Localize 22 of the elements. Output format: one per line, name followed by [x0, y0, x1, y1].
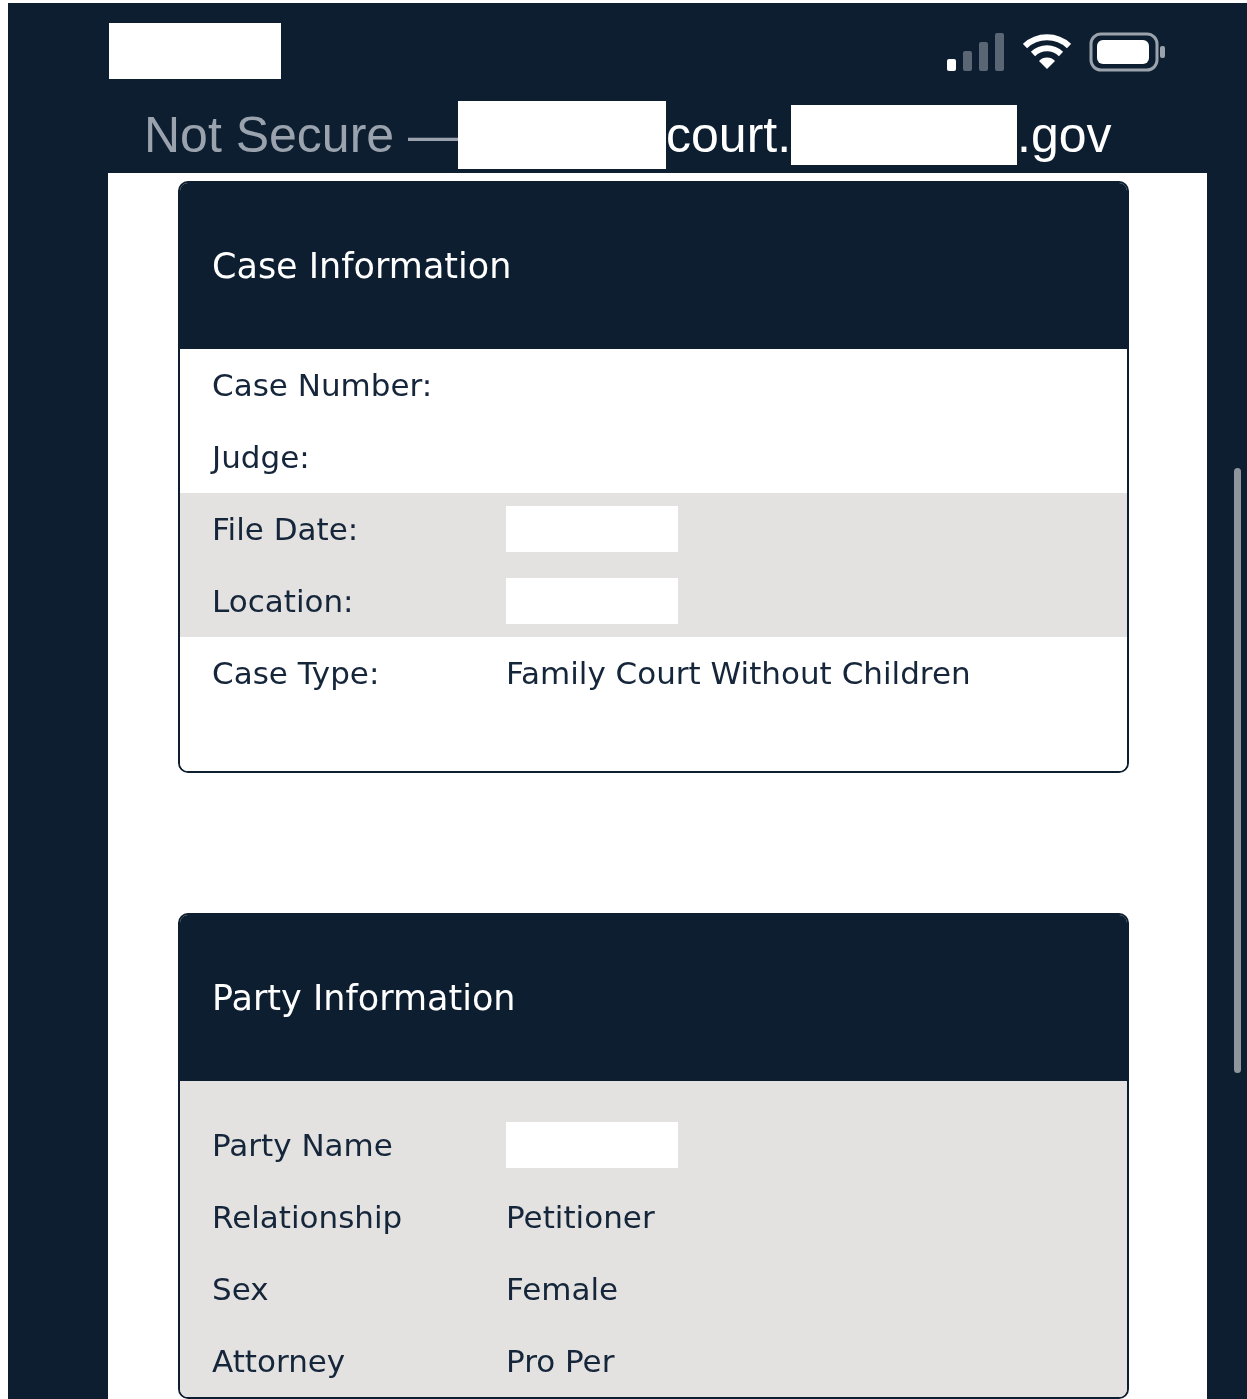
section-title: Case Information [212, 246, 512, 286]
scrollbar[interactable] [1234, 468, 1241, 1073]
url-text: court. [666, 105, 792, 164]
field-label: Judge: [212, 439, 311, 475]
field-label: Case Number: [212, 367, 434, 403]
field-label: Case Type: [212, 655, 381, 691]
section-title: Party Information [212, 978, 516, 1018]
field-label: Sex [212, 1271, 270, 1307]
field-label: Relationship [212, 1199, 404, 1235]
field-label: Party Name [212, 1127, 394, 1163]
wifi-icon [1023, 33, 1071, 70]
url-text: .gov [1017, 105, 1112, 164]
field-value: Female [506, 1271, 619, 1307]
field-label: Attorney [212, 1343, 347, 1379]
security-label: Not Secure — [144, 105, 458, 164]
signal-icon [947, 32, 1005, 71]
field-value: Petitioner [506, 1199, 655, 1235]
battery-icon [1089, 31, 1167, 72]
field-value: Family Court Without Children [506, 655, 971, 691]
field-label: File Date: [212, 511, 360, 547]
field-value: Pro Per [506, 1343, 615, 1379]
field-label: Location: [212, 583, 355, 619]
